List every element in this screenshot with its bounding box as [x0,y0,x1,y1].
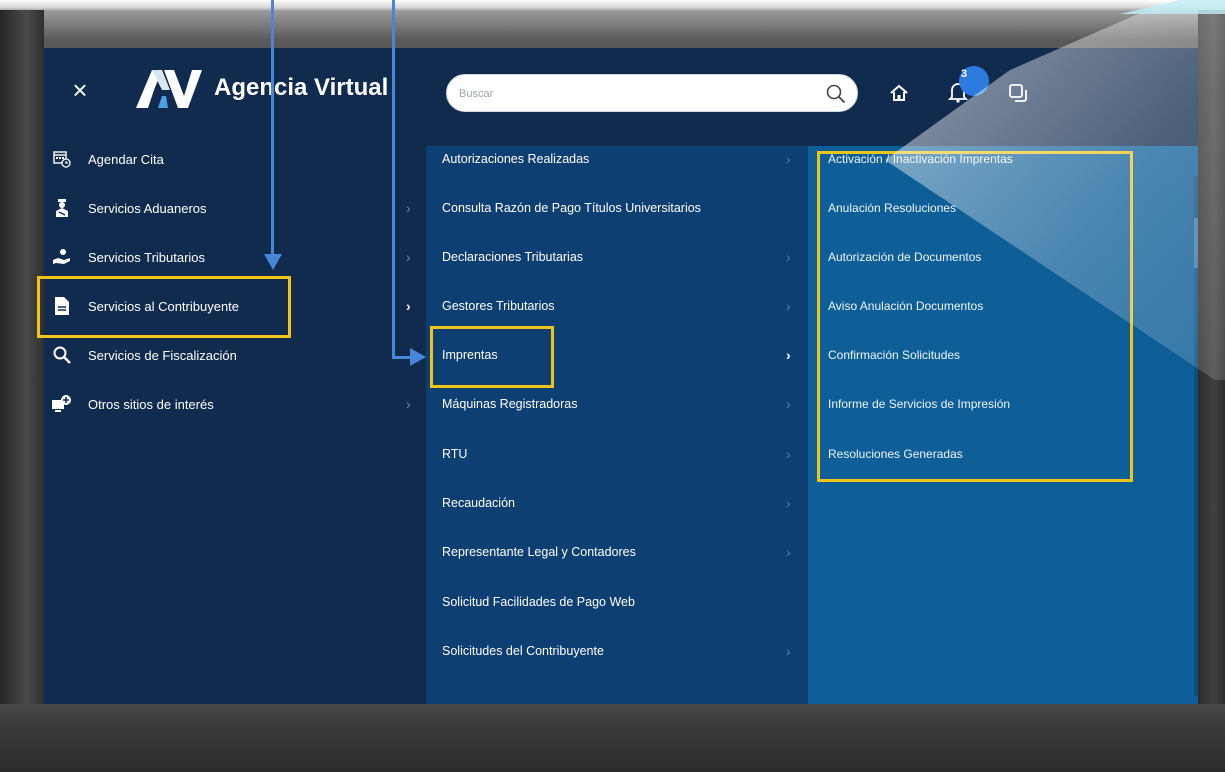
annotation-arrow-line-2 [392,0,395,358]
submenu-item[interactable]: Representante Legal y Contadores › [426,532,808,572]
submenu3-item-label: Anulación Resoluciones [828,201,957,215]
submenu-item-label: Declaraciones Tributarias [442,250,584,264]
submenu3-item[interactable]: Anulación Resoluciones [808,188,1188,228]
menu-level-2: Autorizaciones Realizadas › Consulta Razó… [426,146,808,704]
customs-officer-icon [52,198,72,218]
submenu3-item[interactable]: Confirmación Solicitudes [808,335,1188,375]
arrow-right-icon [410,348,426,366]
menu-item-label: Servicios Aduaneros [88,200,207,216]
submenu-item[interactable]: Declaraciones Tributarias › [426,237,808,277]
submenu3-item-label: Resoluciones Generadas [828,447,963,461]
submenu-item-label: Imprentas [442,348,498,362]
magnifier-icon [52,345,72,365]
menu-item-otros-sitios[interactable]: Otros sitios de interés › [44,384,426,424]
menu-item-label: Agendar Cita [88,151,164,167]
submenu-item-label: Máquinas Registradoras [442,397,578,411]
chevron-right-icon: › [786,249,791,265]
submenu-item-label: Solicitudes del Contribuyente [442,644,604,658]
submenu3-item-label: Autorización de Documentos [828,250,982,264]
av-logo-icon [136,70,202,108]
chevron-right-icon: › [786,151,791,167]
top-bar: × Agencia Virtual 3 [44,48,1198,146]
submenu3-item[interactable]: Resoluciones Generadas [808,434,1188,474]
window-frame-top [0,0,1225,12]
submenu-item-imprentas[interactable]: Imprentas › [426,335,808,375]
document-icon [52,296,72,316]
window-frame-bottom [0,704,1225,772]
search-icon[interactable] [825,83,847,105]
submenu-item[interactable]: Recaudación › [426,483,808,523]
window-icon[interactable] [1007,82,1029,104]
menu-item-servicios-al-contribuyente[interactable]: Servicios al Contribuyente › [44,286,426,326]
submenu-item[interactable]: Máquinas Registradoras › [426,384,808,424]
submenu-item-label: Recaudación [442,496,515,510]
window-frame-right [1198,10,1225,772]
chevron-right-icon: › [786,396,791,412]
chevron-right-icon: › [786,643,791,659]
submenu3-item[interactable]: Autorización de Documentos [808,237,1188,277]
monitor-plus-icon [52,394,72,414]
hand-money-icon [52,247,72,267]
submenu-item-label: Autorizaciones Realizadas [442,152,590,166]
calendar-icon [52,149,72,169]
submenu-item-label: Solicitud Facilidades de Pago Web [442,595,635,609]
menu-item-label: Otros sitios de interés [88,396,214,412]
close-menu-button[interactable]: × [66,76,94,104]
chevron-right-icon: › [406,200,411,216]
chevron-right-icon: › [786,544,791,560]
menu-item-label: Servicios Tributarios [88,249,206,265]
chevron-right-icon: › [786,298,791,314]
menu-item-servicios-tributarios[interactable]: Servicios Tributarios › [44,237,426,277]
menu-item-agendar-cita[interactable]: Agendar Cita [44,139,426,179]
chevron-right-icon: › [406,298,411,314]
menu-item-servicios-aduaneros[interactable]: Servicios Aduaneros › [44,188,426,228]
submenu3-item[interactable]: Aviso Anulación Documentos [808,286,1188,326]
menu-item-label: Servicios al Contribuyente [88,298,240,314]
window-frame-left [0,10,44,772]
submenu-item[interactable]: Consulta Razón de Pago Títulos Universit… [426,188,808,228]
submenu-item[interactable]: Solicitud Facilidades de Pago Web [426,582,808,622]
submenu3-item[interactable]: Activación / Inactivación Imprentas [808,139,1188,179]
menu-item-servicios-de-fiscalizacion[interactable]: Servicios de Fiscalización [44,335,426,375]
submenu3-item-label: Activación / Inactivación Imprentas [828,152,1013,166]
search-box [446,74,858,112]
agencia-virtual-app: × Agencia Virtual 3 [44,48,1198,704]
submenu-item[interactable]: Autorizaciones Realizadas › [426,139,808,179]
submenu-item[interactable]: RTU › [426,434,808,474]
submenu-item[interactable]: Gestores Tributarios › [426,286,808,326]
chevron-right-icon: › [786,347,791,363]
arrow-down-icon [264,254,282,270]
chevron-right-icon: › [406,396,411,412]
submenu3-item-label: Aviso Anulación Documentos [828,299,984,313]
brand-title: Agencia Virtual [214,74,389,101]
menu-level-1: Agendar Cita Servicios Aduaneros › Servi… [44,146,426,704]
scrollbar-thumb[interactable] [1194,218,1198,268]
menu-level-3: Activación / Inactivación Imprentas Anul… [808,146,1198,704]
submenu-item-label: Consulta Razón de Pago Títulos Universit… [442,201,701,215]
home-icon[interactable] [888,82,910,104]
submenu-item[interactable]: Solicitudes del Contribuyente › [426,631,808,671]
menu-item-label: Servicios de Fiscalización [88,347,237,363]
submenu3-item-label: Informe de Servicios de Impresión [828,397,1011,411]
chevron-right-icon: › [786,495,791,511]
annotation-arrow-line-1 [271,0,274,258]
submenu-item-label: Representante Legal y Contadores [442,545,636,559]
search-input[interactable] [459,83,809,105]
notification-badge[interactable]: 3 [959,66,989,96]
submenu3-item[interactable]: Informe de Servicios de Impresión [808,384,1188,424]
chevron-right-icon: › [786,446,791,462]
submenu-item-label: RTU [442,447,468,461]
submenu3-item-label: Confirmación Solicitudes [828,348,961,362]
chevron-right-icon: › [406,249,411,265]
submenu-item-label: Gestores Tributarios [442,299,555,313]
